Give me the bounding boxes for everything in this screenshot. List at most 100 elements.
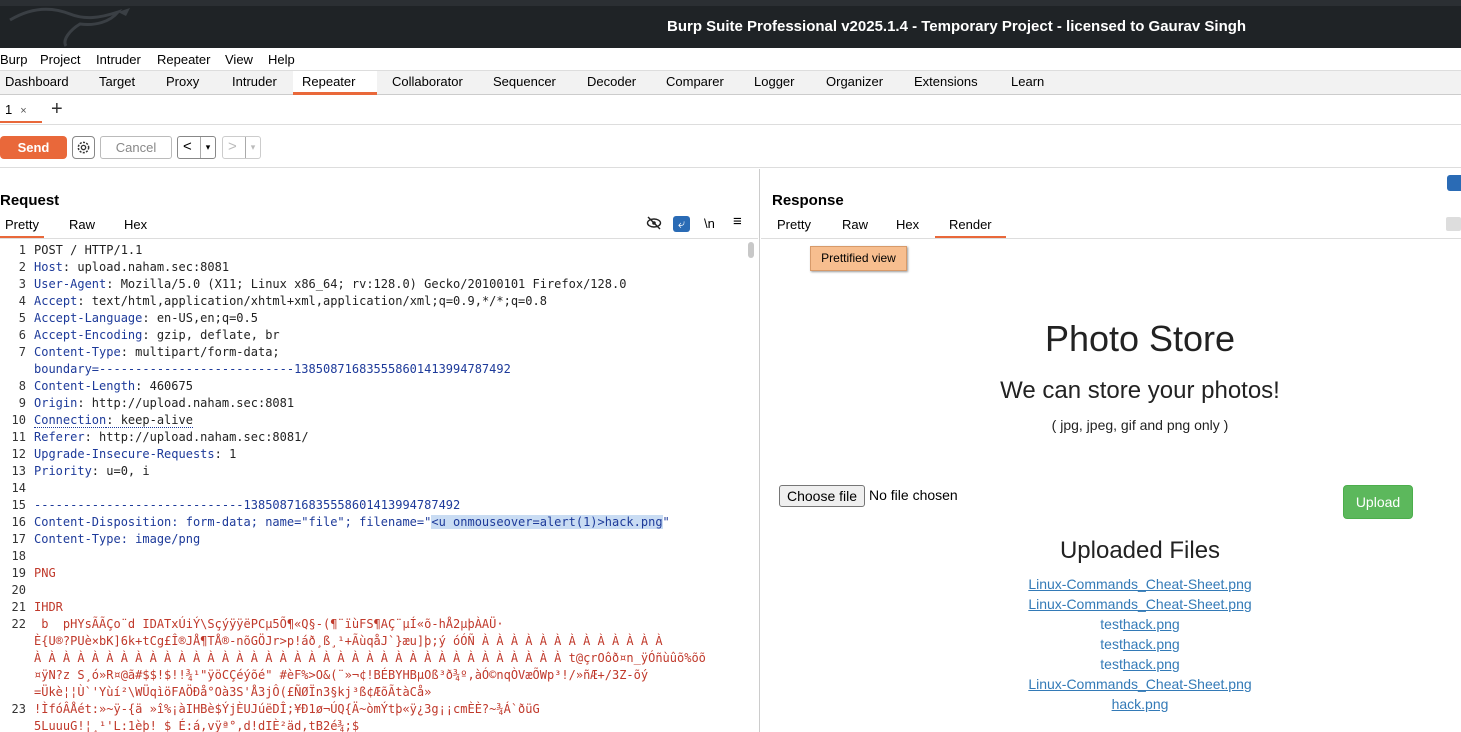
tab-learn[interactable]: Learn	[1006, 71, 1049, 95]
line-number: 4	[18, 294, 26, 308]
layout-toggle-icon[interactable]	[1446, 217, 1461, 231]
file-link-text[interactable]: hack.png	[1112, 696, 1169, 712]
binary-content: 5LuuuG!¦¸¹'L:1èþ! $ É:á,vÿª°,d!dIÈ²äd,tB…	[34, 719, 360, 732]
line-content: Content-Type: image/png	[34, 532, 200, 546]
page-heading: Photo Store	[1044, 318, 1236, 359]
binary-content: IHDR	[34, 600, 63, 614]
tab-dashboard[interactable]: Dashboard	[0, 71, 74, 95]
response-tab-hex[interactable]: Hex	[891, 217, 924, 238]
header-value: : multipart/form-data;	[120, 345, 280, 359]
line-content: Origin: http://upload.naham.sec:8081	[34, 396, 294, 410]
line-content: À À À À À À À À À À À À À À À À À À À À …	[34, 651, 706, 665]
request-scrollbar[interactable]	[748, 242, 754, 258]
tab-repeater[interactable]: Repeater	[293, 71, 377, 95]
uploaded-files-heading: Uploaded Files	[1059, 537, 1221, 564]
uploaded-file-link[interactable]: Linux-Commands_Cheat-Sheet.png	[761, 596, 1461, 612]
selected-filename[interactable]: <u onmouseover=alert(1)>hack.png	[431, 515, 663, 529]
hide-icon[interactable]	[646, 216, 662, 233]
uploaded-file-link[interactable]: Linux-Commands_Cheat-Sheet.png	[761, 576, 1461, 592]
tab-organizer[interactable]: Organizer	[821, 71, 888, 95]
tab-extensions[interactable]: Extensions	[909, 71, 983, 95]
line-number: 9	[18, 396, 26, 410]
menu-view[interactable]: View	[225, 52, 253, 67]
uploaded-file-link[interactable]: Linux-Commands_Cheat-Sheet.png	[761, 676, 1461, 692]
line-number: 23	[11, 702, 26, 716]
close-icon[interactable]: ×	[20, 105, 26, 117]
forward-arrow-icon: >	[228, 138, 237, 155]
cancel-button[interactable]: Cancel	[100, 136, 172, 159]
tab-proxy[interactable]: Proxy	[161, 71, 204, 95]
header-name: User-Agent	[34, 277, 107, 291]
line-number: 21	[11, 600, 26, 614]
header-name: Priority	[34, 464, 92, 478]
file-link-text[interactable]: Linux-Commands_Cheat-Sheet.png	[1028, 596, 1251, 612]
line-content: Accept: text/html,application/xhtml+xml,…	[34, 294, 547, 308]
file-link-text[interactable]: Linux-Commands_Cheat-Sheet.png	[1028, 576, 1251, 592]
line-number: 5	[18, 311, 26, 325]
uploaded-file-link[interactable]: testhack.png	[761, 636, 1461, 652]
response-title: Response	[772, 192, 844, 209]
menu-project[interactable]: Project	[40, 52, 80, 67]
line-number: 16	[11, 515, 26, 529]
request-tab-hex[interactable]: Hex	[119, 217, 152, 238]
file-link-text[interactable]: hack.png	[1123, 656, 1180, 672]
binary-content: È{U®?PUè×bK]6k+tCg£Î®JÅ¶TÅ®-nõGÖJr>p!áð¸…	[34, 634, 663, 648]
uploaded-file-link[interactable]: testhack.png	[761, 616, 1461, 632]
line-content: Content-Type: multipart/form-data;	[34, 345, 280, 359]
header-name: Referer	[34, 430, 85, 444]
inspector-toggle-icon[interactable]	[1447, 175, 1461, 191]
header-name: Origin	[34, 396, 78, 410]
response-tab-render[interactable]: Render	[935, 217, 1006, 238]
choose-file-button[interactable]: Choose file	[779, 485, 865, 507]
repeater-tab-bar: 1 × +	[0, 96, 1461, 125]
titlebar-strip	[0, 0, 1461, 6]
binary-content: =Ükè¦¦Ù`'Yùí²\WÜqìöFAÖÐå°Oà3S'Å3jÔ(£ÑØÏn…	[34, 685, 432, 699]
chevron-down-icon[interactable]: ▾	[245, 137, 260, 158]
uploaded-file-link[interactable]: hack.png	[761, 696, 1461, 712]
pane-divider[interactable]	[759, 169, 760, 732]
menu-repeater[interactable]: Repeater	[157, 52, 210, 67]
newline-toggle[interactable]: \n	[704, 216, 715, 231]
tab-logger[interactable]: Logger	[749, 71, 799, 95]
upload-button[interactable]: Upload	[1343, 485, 1413, 519]
line-content: È{U®?PUè×bK]6k+tCg£Î®JÅ¶TÅ®-nõGÖJr>p!áð¸…	[34, 634, 663, 648]
file-link-text[interactable]: Linux-Commands_Cheat-Sheet.png	[1028, 676, 1251, 692]
line-content: -----------------------------13850871683…	[34, 498, 460, 512]
wrap-icon[interactable]: ⤶	[673, 216, 690, 232]
add-tab-button[interactable]: +	[51, 98, 63, 121]
menu-help[interactable]: Help	[268, 52, 295, 67]
header-value: : 1	[214, 447, 237, 461]
tab-intruder[interactable]: Intruder	[227, 71, 282, 95]
history-forward-button[interactable]: > ▾	[222, 136, 261, 159]
response-tab-raw[interactable]: Raw	[837, 217, 873, 238]
tab-sequencer[interactable]: Sequencer	[488, 71, 561, 95]
uploaded-file-link[interactable]: testhack.png	[761, 656, 1461, 672]
line-number: 8	[18, 379, 26, 393]
repeater-tab-1[interactable]: 1 ×	[0, 96, 42, 123]
response-tab-pretty[interactable]: Pretty	[772, 217, 816, 238]
settings-button[interactable]	[72, 136, 95, 159]
line-content: IHDR	[34, 600, 63, 614]
tab-decoder[interactable]: Decoder	[582, 71, 641, 95]
file-link-text[interactable]: hack.png	[1123, 616, 1180, 632]
line-content: Connection: keep-alive	[34, 413, 193, 428]
history-back-button[interactable]: < ▾	[177, 136, 216, 159]
line-content: =Ükè¦¦Ù`'Yùí²\WÜqìöFAÖÐå°Oà3S'Å3jÔ(£ÑØÏn…	[34, 685, 431, 699]
menu-icon[interactable]: ≡	[733, 213, 742, 230]
request-tab-pretty[interactable]: Pretty	[0, 217, 44, 238]
tab-comparer[interactable]: Comparer	[661, 71, 729, 95]
tab-target[interactable]: Target	[94, 71, 140, 95]
tab-collaborator[interactable]: Collaborator	[387, 71, 468, 95]
send-button[interactable]: Send	[0, 136, 67, 159]
chevron-down-icon[interactable]: ▾	[200, 137, 215, 158]
filename-quote: "	[662, 515, 670, 529]
menu-intruder[interactable]: Intruder	[96, 52, 141, 67]
request-editor[interactable]: 1 POST / HTTP/1.1 2 Host: upload.naham.sec:…	[0, 240, 757, 732]
menu-burp[interactable]: Burp	[0, 52, 27, 67]
file-link-text[interactable]: hack.png	[1123, 636, 1180, 652]
line-content: 5LuuuG!¦¸¹'L:1èþ! $ É:á,vÿª°,d!dIÈ²äd,tB…	[34, 719, 359, 732]
request-tab-raw[interactable]: Raw	[64, 217, 100, 238]
header-value: : 460675	[135, 379, 193, 393]
body-text: Content-Type: image/png	[34, 532, 201, 546]
body-text: boundary=---------------------------1385…	[34, 362, 511, 376]
